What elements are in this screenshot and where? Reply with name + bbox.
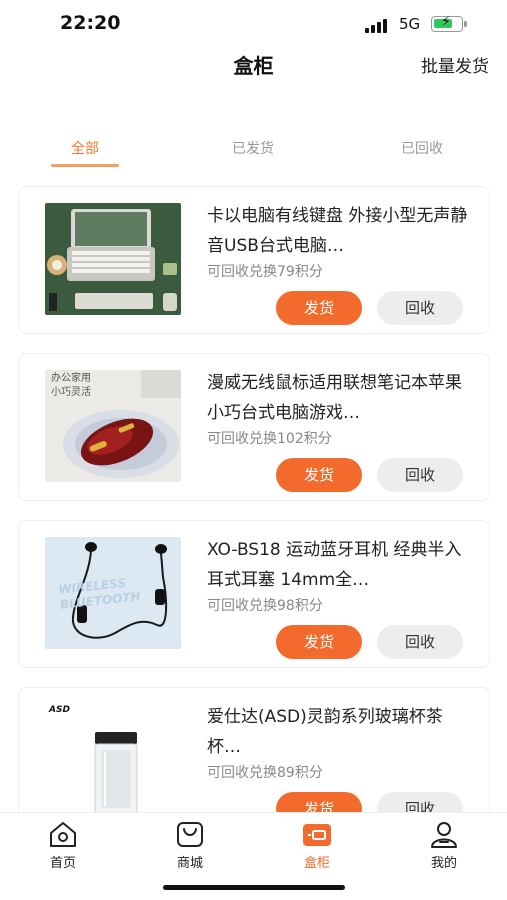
tabbar-label: 我的 — [430, 856, 457, 871]
recycle-button[interactable]: 回收 — [377, 625, 463, 659]
network-label: 5G — [399, 15, 421, 33]
shopping-bag-icon — [177, 822, 203, 847]
tabbar-item-cabinet[interactable]: 盒柜 — [277, 819, 357, 871]
list-item[interactable]: WIRELESS BLUETOOTH XO-BS18 运动蓝牙耳机 经典半入耳式… — [18, 520, 490, 668]
ship-button[interactable]: 发货 — [276, 458, 362, 492]
filter-tabs: 全部 已发货 已回收 — [0, 130, 507, 170]
ship-button[interactable]: 发货 — [276, 625, 362, 659]
profile-icon — [431, 822, 457, 848]
tabbar-label: 商城 — [176, 856, 203, 871]
ship-button[interactable]: 发货 — [276, 291, 362, 325]
tab-active-indicator — [51, 164, 119, 167]
battery-tip — [464, 21, 467, 27]
recycle-button[interactable]: 回收 — [377, 458, 463, 492]
box-cabinet-icon — [303, 824, 331, 846]
product-title: 卡以电脑有线键盘 外接小型无声静音USB台式电脑… — [207, 206, 468, 256]
tabbar-item-mall[interactable]: 商城 — [150, 819, 230, 871]
tabbar-item-home[interactable]: 首页 — [23, 819, 103, 871]
product-title: XO-BS18 运动蓝牙耳机 经典半入耳式耳塞 14mm全… — [207, 540, 462, 590]
recycle-points: 可回收兑换79积分 — [207, 264, 323, 280]
charging-icon: ⚡ — [441, 14, 451, 30]
batch-ship-button[interactable]: 批量发货 — [421, 52, 489, 77]
product-image-keyboard — [45, 203, 181, 315]
status-bar: 22:20 5G ⚡ — [0, 0, 507, 50]
home-icon — [50, 822, 76, 847]
recycle-button[interactable]: 回收 — [377, 291, 463, 325]
list-item[interactable]: 办公家用 小巧灵活 漫威无线鼠标适用联想笔记本苹果小巧台式电脑游戏… 可回收兑换… — [18, 353, 490, 501]
tab-all[interactable]: 全部 — [30, 138, 140, 158]
recycle-points: 可回收兑换89积分 — [207, 765, 323, 781]
image-caption: 办公家用 小巧灵活 — [51, 373, 91, 398]
tab-shipped[interactable]: 已发货 — [198, 138, 308, 158]
tabbar-item-profile[interactable]: 我的 — [404, 819, 484, 871]
tabbar-label: 盒柜 — [303, 856, 330, 871]
product-title: 爱仕达(ASD)灵韵系列玻璃杯茶杯… — [207, 707, 443, 757]
recycle-points: 可回收兑换98积分 — [207, 598, 323, 614]
list-item[interactable]: 卡以电脑有线键盘 外接小型无声静音USB台式电脑… 可回收兑换79积分 发货 回… — [18, 186, 490, 334]
product-title: 漫威无线鼠标适用联想笔记本苹果小巧台式电脑游戏… — [207, 373, 462, 423]
home-indicator — [163, 885, 345, 890]
signal-icon — [365, 17, 391, 33]
status-time: 22:20 — [60, 12, 121, 34]
brand-logo: ASD — [49, 705, 70, 715]
tabbar-label: 首页 — [49, 856, 76, 871]
product-image-glass-cup — [45, 704, 181, 816]
recycle-points: 可回收兑换102积分 — [207, 431, 332, 447]
tab-recycled[interactable]: 已回收 — [367, 138, 477, 158]
